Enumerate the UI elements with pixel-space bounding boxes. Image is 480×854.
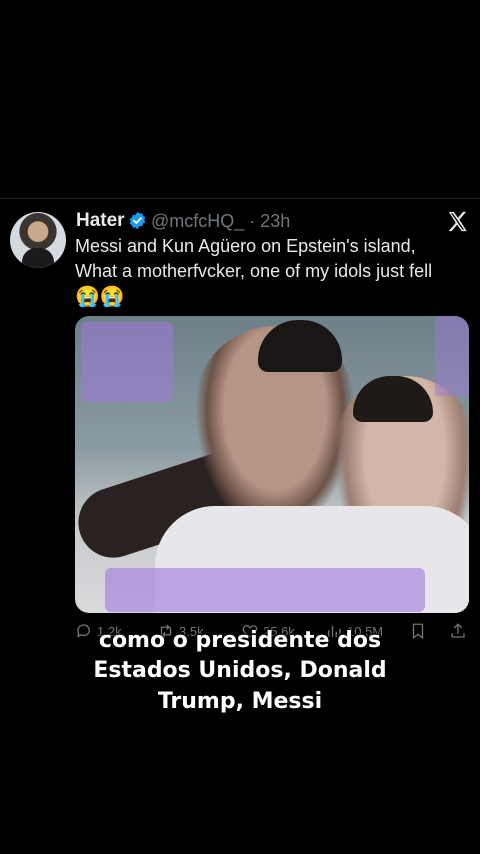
avatar[interactable] xyxy=(10,212,66,268)
photo-watermark-bottom xyxy=(105,568,425,612)
caption-line-1: como o presidente dos xyxy=(98,628,382,653)
handle-and-time[interactable]: @mcfcHQ_ · 23h xyxy=(151,211,290,232)
caption-line-3: Trump, Messi xyxy=(157,689,323,714)
x-logo-icon[interactable] xyxy=(446,210,469,233)
photo-watermark-top-left xyxy=(81,322,173,402)
crying-emojis: 😭😭 xyxy=(75,286,125,308)
display-name[interactable]: Hater xyxy=(76,210,125,232)
tweet-photo[interactable] xyxy=(75,316,469,613)
photo-watermark-top-right xyxy=(435,316,469,396)
tweet-text-line-2: What a motherfvcker, one of my idols jus… xyxy=(75,261,433,281)
verified-badge-icon xyxy=(129,211,146,230)
caption-line-2: Estados Unidos, Donald xyxy=(93,658,387,683)
top-divider xyxy=(0,198,480,199)
tweet-text-line-1: Messi and Kun Agüero on Epstein's island… xyxy=(75,236,416,256)
